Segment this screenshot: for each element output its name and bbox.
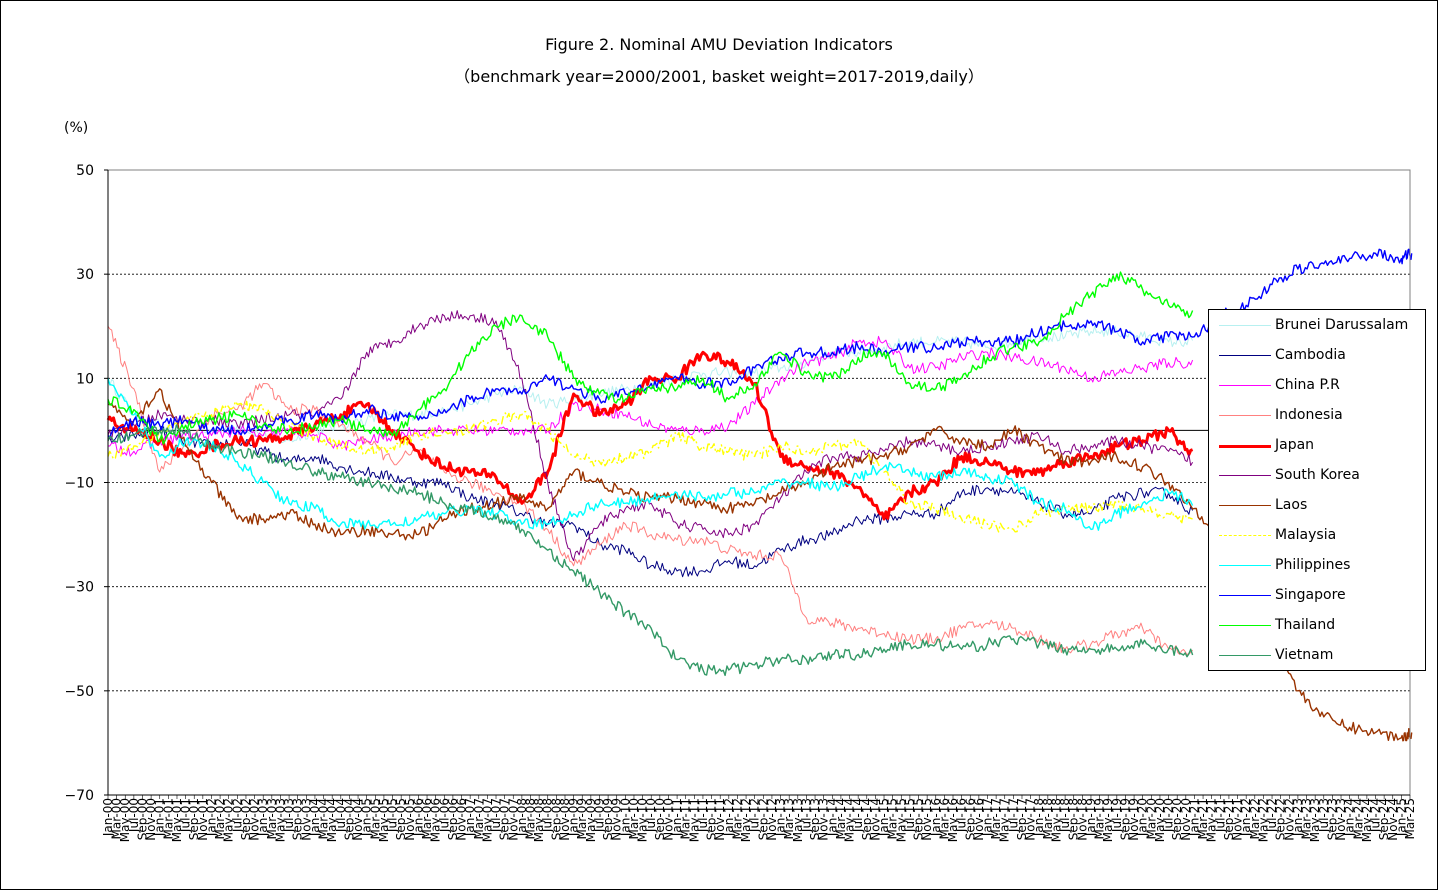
legend-item: Japan <box>1209 432 1425 462</box>
legend-label: Malaysia <box>1275 527 1337 543</box>
legend-swatch <box>1219 385 1271 386</box>
legend-label: Thailand <box>1275 617 1336 633</box>
legend-label: Laos <box>1275 497 1308 513</box>
legend-label: Indonesia <box>1275 407 1343 423</box>
legend-swatch <box>1219 325 1271 326</box>
legend-swatch <box>1219 625 1271 626</box>
series-vietnam <box>107 424 1194 677</box>
legend-item: Indonesia <box>1209 402 1425 432</box>
legend-swatch <box>1219 565 1271 566</box>
legend-swatch <box>1219 505 1271 506</box>
legend-swatch <box>1219 535 1271 536</box>
chart-legend: Brunei Darussalam Cambodia China P.R Indone… <box>1208 309 1426 671</box>
legend-item: Cambodia <box>1209 342 1425 372</box>
series-line <box>107 271 1194 445</box>
legend-swatch <box>1219 355 1271 356</box>
legend-swatch <box>1219 595 1271 596</box>
legend-item: Brunei Darussalam <box>1209 312 1425 342</box>
x-tick-label: Mar-25 <box>1403 798 1417 839</box>
legend-label: South Korea <box>1275 467 1360 483</box>
legend-item: South Korea <box>1209 462 1425 492</box>
legend-swatch <box>1219 445 1271 448</box>
legend-label: Cambodia <box>1275 347 1346 363</box>
legend-label: Japan <box>1275 437 1315 453</box>
y-tick-label: −70 <box>64 788 94 804</box>
legend-item: Philippines <box>1209 552 1425 582</box>
legend-label: China P.R <box>1275 377 1340 393</box>
series-thailand <box>107 271 1194 445</box>
legend-label: Singapore <box>1275 587 1346 603</box>
legend-swatch <box>1219 415 1271 416</box>
y-tick-label: 10 <box>76 371 94 387</box>
legend-item: Laos <box>1209 492 1425 522</box>
legend-label: Philippines <box>1275 557 1351 573</box>
legend-label: Brunei Darussalam <box>1275 317 1409 333</box>
legend-swatch <box>1219 475 1271 476</box>
legend-item: Singapore <box>1209 582 1425 612</box>
legend-item: China P.R <box>1209 372 1425 402</box>
y-tick-label: −10 <box>64 476 94 492</box>
y-tick-label: 50 <box>76 163 94 179</box>
y-tick-label: 30 <box>76 267 94 283</box>
y-tick-label: −50 <box>64 684 94 700</box>
legend-swatch <box>1219 655 1271 656</box>
legend-item: Thailand <box>1209 612 1425 642</box>
legend-item: Vietnam <box>1209 642 1425 672</box>
series-line <box>107 424 1194 677</box>
y-tick-label: −30 <box>64 580 94 596</box>
legend-item: Malaysia <box>1209 522 1425 552</box>
legend-label: Vietnam <box>1275 647 1334 663</box>
